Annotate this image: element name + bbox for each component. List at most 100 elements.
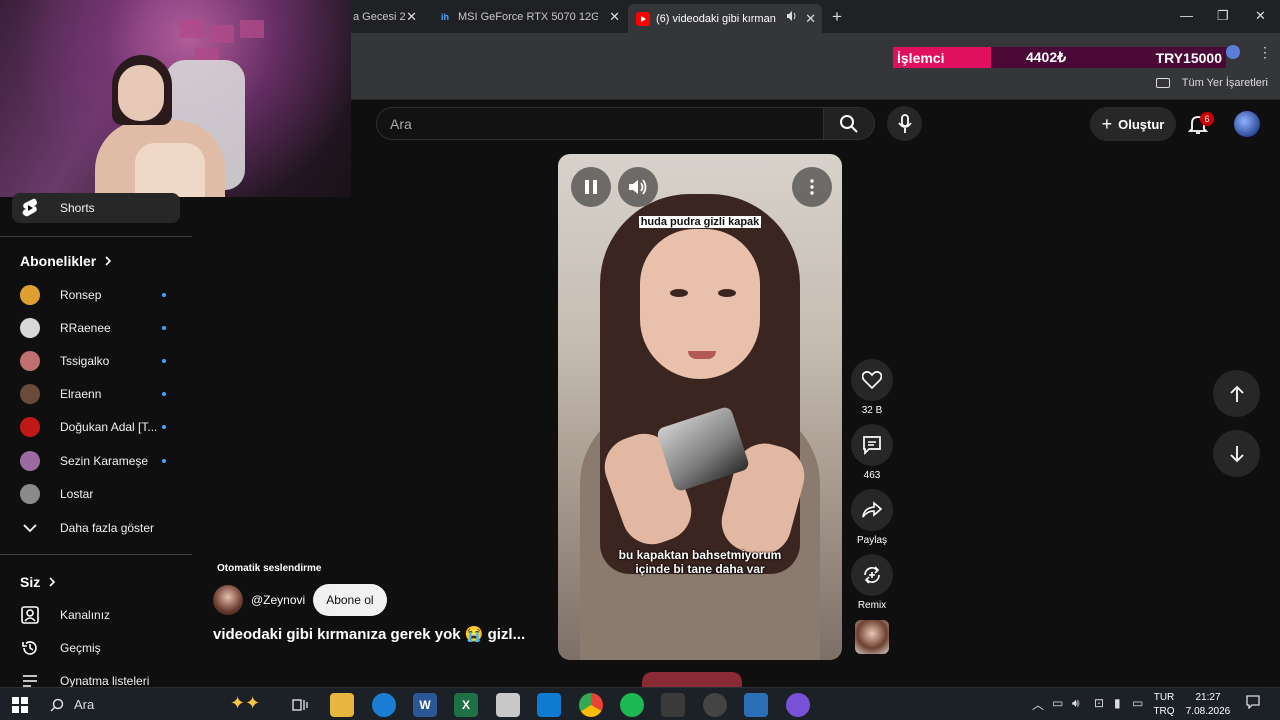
sidebar-item-elraenn[interactable]: Elraenn	[12, 379, 180, 409]
sidebar-item-label: Oynatma listeleri	[60, 674, 150, 688]
remix-button[interactable]	[851, 554, 893, 596]
shorts-video-player[interactable]: huda pudra gizli kapak bu kapaktan bahse…	[558, 154, 842, 660]
more-options-button[interactable]	[792, 167, 832, 207]
new-tab-button[interactable]: +	[832, 7, 842, 27]
tab-2[interactable]: ih MSI GeForce RTX 5070 12GB VE ✕	[430, 4, 626, 30]
excel-icon[interactable]: X	[454, 693, 478, 717]
channel-name: Ronsep	[60, 288, 102, 302]
arrow-up-icon	[1229, 385, 1244, 402]
volume-icon	[629, 179, 647, 195]
auto-dub-label: Otomatik seslendirme	[217, 563, 322, 574]
subscriptions-title: Abonelikler	[20, 253, 97, 269]
notifications-badge: 6	[1200, 112, 1214, 126]
volume-button[interactable]	[618, 167, 658, 207]
create-button[interactable]: + Oluştur	[1090, 107, 1176, 141]
minimize-button[interactable]: —	[1180, 8, 1193, 23]
tray-chevron-up-icon[interactable]: ︿	[1032, 696, 1044, 713]
new-content-dot	[162, 425, 166, 429]
windows-start-icon[interactable]	[12, 697, 28, 713]
wall-photo	[180, 20, 204, 38]
maximize-button[interactable]: ❐	[1217, 8, 1229, 24]
sidebar-item-ronsep[interactable]: Ronsep	[12, 280, 180, 310]
comments-button[interactable]	[851, 424, 893, 466]
calculator-icon[interactable]	[496, 693, 520, 717]
you-header[interactable]: Siz	[20, 574, 56, 590]
like-count: 32 B	[861, 405, 883, 416]
channel-icon	[20, 605, 40, 625]
close-window-button[interactable]: ✕	[1255, 8, 1266, 24]
sidebar-item-lostar[interactable]: Lostar	[12, 479, 180, 509]
sidebar-item-tssigalko[interactable]: Tssigalko	[12, 346, 180, 376]
video-subject-eye	[670, 289, 688, 297]
show-more-button[interactable]: Daha fazla göster	[12, 513, 180, 543]
account-avatar[interactable]	[1234, 111, 1260, 137]
sparkle-icon: ✦✦	[230, 693, 261, 713]
edge-browser-icon[interactable]	[372, 693, 396, 717]
channel-handle[interactable]: @Zeynovi	[251, 593, 305, 607]
pause-button[interactable]	[571, 167, 611, 207]
subscriptions-header[interactable]: Abonelikler	[20, 253, 112, 269]
next-short-button[interactable]	[1213, 430, 1260, 477]
tab-audio-icon[interactable]	[786, 10, 798, 25]
voice-search-button[interactable]	[887, 106, 922, 141]
mic-tray-icon[interactable]: ▮	[1114, 696, 1121, 710]
all-bookmarks-label: Tüm Yer İşaretleri	[1181, 77, 1268, 89]
divider	[0, 554, 192, 555]
language-indicator[interactable]: TUR TRQ	[1152, 691, 1176, 719]
sound-thumbnail[interactable]	[855, 620, 889, 654]
tab-3-active[interactable]: (6) videodaki gibi kırmanıza ✕	[628, 4, 822, 33]
battery-icon[interactable]: ▭	[1052, 696, 1063, 710]
channel-avatar[interactable]	[213, 585, 243, 615]
video-subject-mouth	[688, 351, 716, 359]
short-title[interactable]: videodaki gibi kırmanıza gerek yok 😭 giz…	[213, 625, 553, 643]
wall-photo	[240, 20, 264, 38]
app-icon[interactable]	[661, 693, 685, 717]
share-button[interactable]	[851, 489, 893, 531]
network-icon[interactable]: ▭	[1132, 696, 1143, 710]
discord-icon[interactable]	[786, 693, 810, 717]
caption-text: huda pudra gizli kapak	[638, 216, 762, 228]
sidebar-item-dogukan-adal[interactable]: Doğukan Adal [T...	[12, 412, 180, 442]
store-icon[interactable]	[537, 693, 561, 717]
chrome-icon[interactable]	[579, 693, 603, 717]
file-explorer-icon[interactable]	[330, 693, 354, 717]
wall-photo	[210, 25, 234, 43]
app-icon[interactable]	[744, 693, 768, 717]
channel-avatar	[20, 285, 40, 305]
sidebar-item-label: Shorts	[60, 201, 95, 215]
tab-1[interactable]: a Gecesi 2 ✕	[345, 4, 423, 30]
pause-icon	[585, 180, 597, 194]
browser-menu-icon[interactable]: ⋮	[1258, 44, 1272, 61]
spotify-icon[interactable]	[620, 693, 644, 717]
tab-3-close-icon[interactable]: ✕	[805, 11, 816, 27]
sidebar-item-rraenee[interactable]: RRaenee	[12, 313, 180, 343]
subscribe-button[interactable]: Abone ol	[313, 584, 387, 616]
channel-name: Elraenn	[60, 387, 102, 401]
steam-icon[interactable]	[703, 693, 727, 717]
notification-center-icon[interactable]	[1246, 695, 1260, 712]
clock[interactable]: 21:27 7.08.2026	[1184, 691, 1232, 719]
folder-icon	[1155, 78, 1170, 88]
tab-3-title: (6) videodaki gibi kırmanıza	[656, 12, 776, 25]
sidebar-item-shorts[interactable]: Shorts	[12, 193, 180, 223]
tab-1-close-icon[interactable]: ✕	[406, 9, 417, 25]
taskbar-search-label: Ara	[74, 697, 95, 712]
sidebar-item-sezin-karamese[interactable]: Sezin Karameşe	[12, 446, 180, 476]
sidebar-item-history[interactable]: Geçmiş	[12, 633, 180, 663]
divider	[0, 236, 192, 237]
volume-tray-icon[interactable]: 🔊︎	[1072, 696, 1080, 711]
search-button[interactable]	[823, 107, 875, 140]
task-view-icon[interactable]	[288, 693, 312, 717]
all-bookmarks-button[interactable]: Tüm Yer İşaretleri	[1155, 77, 1268, 89]
streamer-face	[118, 65, 164, 121]
extension-icon[interactable]	[1226, 45, 1240, 59]
search-input[interactable]: Ara	[376, 107, 823, 140]
word-icon[interactable]: W	[413, 693, 437, 717]
tray-app-icon[interactable]: ⊡	[1094, 696, 1104, 710]
previous-short-button[interactable]	[1213, 370, 1260, 417]
sidebar-item-your-channel[interactable]: Kanalınız	[12, 600, 180, 630]
taskbar-search[interactable]: Ara ✦✦	[40, 688, 274, 720]
tab-2-close-icon[interactable]: ✕	[609, 9, 620, 25]
like-button[interactable]	[851, 359, 893, 401]
share-label: Paylaş	[856, 535, 887, 546]
